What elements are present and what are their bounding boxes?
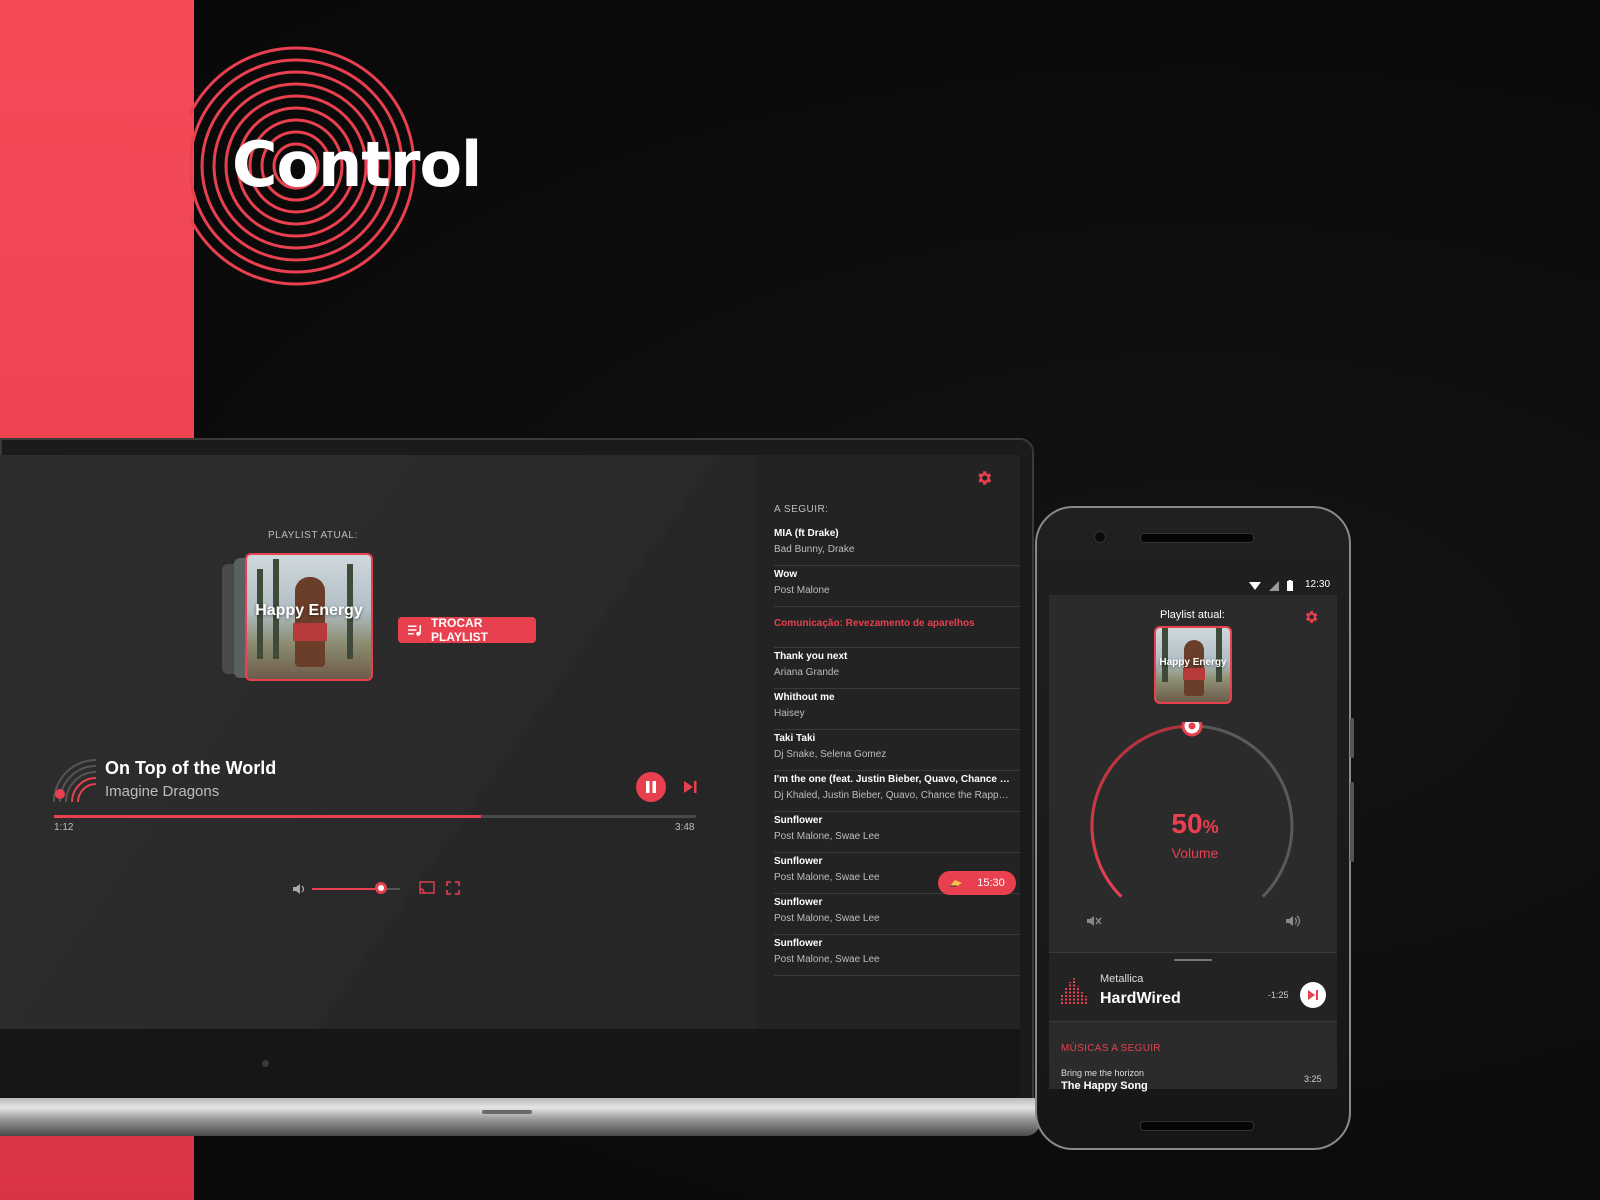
signal-icon xyxy=(1269,581,1279,591)
fullscreen-icon[interactable] xyxy=(446,881,460,895)
queue-item-artist: Post Malone xyxy=(774,585,830,596)
volume-slider-knob[interactable] xyxy=(374,882,387,894)
sleep-timer-pill[interactable]: 15:30 xyxy=(938,871,1016,895)
queue-item-notice[interactable]: Comunicação: Revezamento de aparelhos xyxy=(774,608,1020,648)
queue-item-artist: Post Malone, Swae Lee xyxy=(774,831,880,842)
queue-item-title: I'm the one (feat. Justin Bieber, Quavo,… xyxy=(774,774,1012,785)
queue-item-artist: Ariana Grande xyxy=(774,667,840,678)
up-next-artist: Bring me the horizon xyxy=(1061,1068,1145,1078)
laptop-base xyxy=(0,1098,1040,1136)
track-title: On Top of the World xyxy=(105,758,277,778)
queue-item-artist: Haisey xyxy=(774,708,805,719)
queue-item[interactable]: Wow Post Malone xyxy=(774,567,1020,607)
mini-player[interactable] xyxy=(1049,952,1337,1022)
volume-fill xyxy=(312,888,381,890)
queue-item[interactable]: Thank you next Ariana Grande xyxy=(774,649,1020,689)
laptop-notch xyxy=(482,1110,532,1114)
settings-gear-icon[interactable] xyxy=(975,469,993,487)
mini-player-title: HardWired xyxy=(1100,990,1181,1007)
mute-icon[interactable] xyxy=(1086,913,1102,929)
wifi-icon xyxy=(1249,582,1261,590)
app-logo-text: Control xyxy=(232,128,482,201)
mini-player-remaining: -1:25 xyxy=(1268,990,1289,1000)
queue-item[interactable]: Whithout me Haisey xyxy=(774,690,1020,730)
cover-title: Happy Energy xyxy=(255,602,363,619)
queue-item-artist: Bad Bunny, Drake xyxy=(774,544,855,555)
progress-fill xyxy=(54,815,481,818)
up-next-heading: MÚSICAS A SEGUIR xyxy=(1061,1043,1161,1054)
phone-settings-gear-icon[interactable] xyxy=(1303,609,1319,625)
pause-icon xyxy=(646,781,656,793)
timer-icon xyxy=(950,880,963,887)
mini-player-next-button[interactable] xyxy=(1300,982,1326,1008)
change-playlist-button[interactable]: TROCAR PLAYLIST xyxy=(398,616,536,644)
up-next-title[interactable]: The Happy Song xyxy=(1061,1080,1148,1092)
queue-item-artist: Post Malone, Swae Lee xyxy=(774,954,880,965)
queue-item-title: Sunflower xyxy=(774,897,823,908)
status-time: 12:30 xyxy=(1305,579,1331,590)
queue-heading: A SEGUIR: xyxy=(774,504,829,515)
battery-icon xyxy=(1287,580,1293,591)
queue-item[interactable]: Taki Taki Dj Snake, Selena Gomez xyxy=(774,731,1020,771)
total-time: 3:48 xyxy=(675,822,695,833)
volume-icon[interactable] xyxy=(292,882,306,896)
volume-number: 50 xyxy=(1171,808,1203,839)
equalizer-icon xyxy=(1061,978,1087,1004)
elapsed-time: 1:12 xyxy=(54,822,74,833)
queue-notice-text: Comunicação: Revezamento de aparelhos xyxy=(774,618,975,629)
change-playlist-label: TROCAR PLAYLIST xyxy=(431,616,488,644)
queue-item-artist: Dj Khaled, Justin Bieber, Quavo, Chance … xyxy=(774,790,1012,801)
phone-cover-title: Happy Energy xyxy=(1159,657,1227,668)
phone-speaker xyxy=(1140,533,1254,543)
timer-value: 15:30 xyxy=(977,877,1005,889)
volume-up-icon[interactable] xyxy=(1285,913,1301,929)
queue-item-title: Thank you next xyxy=(774,651,848,662)
mini-player-artist: Metallica xyxy=(1100,973,1144,985)
volume-unit: % xyxy=(1202,817,1219,837)
skip-next-icon xyxy=(1308,990,1318,1000)
now-playing-rings-icon xyxy=(53,759,96,802)
laptop-chin xyxy=(0,1029,1020,1099)
playlist-cover[interactable]: Happy Energy xyxy=(245,553,373,681)
queue-item-title: MIA (ft Drake) xyxy=(774,528,839,539)
phone-side-button xyxy=(1350,782,1354,862)
queue-item-title: Whithout me xyxy=(774,692,835,703)
queue-item-title: Wow xyxy=(774,569,798,580)
volume-slider[interactable] xyxy=(312,888,400,890)
volume-dial-knob-center xyxy=(1188,722,1196,730)
queue-item-title: Sunflower xyxy=(774,938,823,949)
queue-item-artist: Dj Snake, Selena Gomez xyxy=(774,749,887,760)
queue-item-artist: Post Malone, Swae Lee xyxy=(774,913,880,924)
phone-side-button xyxy=(1350,718,1354,758)
volume-label: Volume xyxy=(1171,845,1219,861)
queue-item-title: Taki Taki xyxy=(774,733,816,744)
up-next-duration: 3:25 xyxy=(1304,1074,1322,1084)
phone-speaker-bottom xyxy=(1140,1121,1254,1131)
track-artist: Imagine Dragons xyxy=(105,783,220,800)
queue-item[interactable]: Sunflower Post Malone, Swae Lee xyxy=(774,895,1020,935)
phone-playlist-label: Playlist atual: xyxy=(1160,609,1225,621)
skip-next-icon[interactable] xyxy=(682,779,698,795)
queue-item[interactable]: I'm the one (feat. Justin Bieber, Quavo,… xyxy=(774,772,1020,812)
front-camera xyxy=(1094,531,1106,543)
status-bar xyxy=(1049,577,1337,595)
queue-item[interactable]: Sunflower Post Malone, Swae Lee xyxy=(774,936,1020,976)
queue-item-title: Sunflower xyxy=(774,815,823,826)
cast-icon[interactable] xyxy=(419,881,435,895)
current-playlist-label: PLAYLIST ATUAL: xyxy=(268,530,358,541)
queue-item-title: Sunflower xyxy=(774,856,823,867)
progress-bar[interactable] xyxy=(54,815,696,818)
webcam-dot xyxy=(262,1060,269,1067)
queue-item[interactable]: MIA (ft Drake) Bad Bunny, Drake xyxy=(774,526,1020,566)
pause-button[interactable] xyxy=(636,772,666,802)
drag-handle[interactable] xyxy=(1174,959,1212,961)
phone-playlist-cover[interactable]: Happy Energy xyxy=(1154,626,1232,704)
queue-item[interactable]: Sunflower Post Malone, Swae Lee xyxy=(774,813,1020,853)
playlist-icon xyxy=(408,625,421,636)
volume-value: 50% xyxy=(1150,808,1240,840)
